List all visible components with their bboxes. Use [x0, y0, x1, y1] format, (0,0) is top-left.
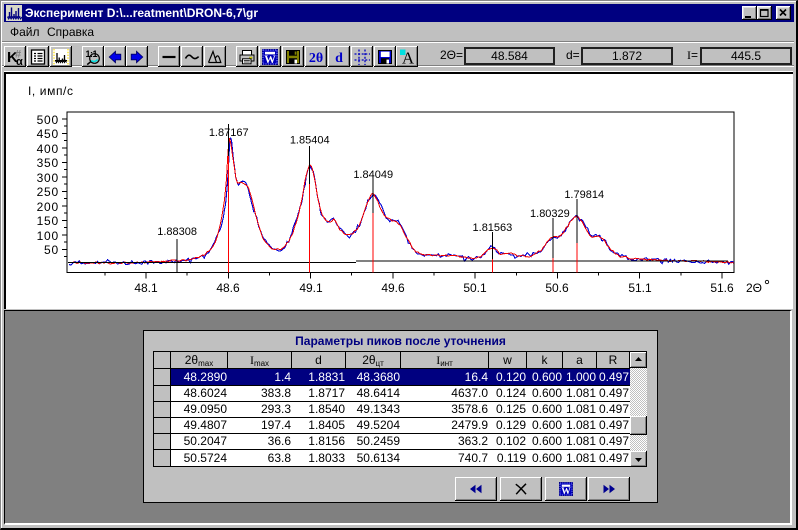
svg-text:1.88308: 1.88308: [157, 226, 197, 238]
svg-text:1.81563: 1.81563: [473, 222, 513, 234]
svg-text:1.80329: 1.80329: [530, 208, 570, 220]
svg-text:50.6: 50.6: [545, 281, 569, 295]
svg-text:49.1: 49.1: [299, 281, 323, 295]
svg-text:A: A: [402, 49, 415, 65]
svg-text:1.79814: 1.79814: [564, 189, 604, 201]
svg-text:500: 500: [37, 113, 59, 127]
svg-text:250: 250: [37, 185, 59, 199]
svg-text:150: 150: [37, 214, 59, 228]
svg-text:d: d: [335, 51, 343, 65]
svg-text:1.85404: 1.85404: [290, 135, 330, 147]
svg-text:100: 100: [37, 229, 59, 243]
svg-text:W: W: [561, 487, 571, 497]
svg-text:2θ: 2θ: [309, 51, 323, 65]
svg-text:350: 350: [37, 156, 59, 170]
svg-text:W: W: [264, 54, 276, 65]
svg-text:2Θ: 2Θ: [746, 281, 762, 295]
svg-text:49.6: 49.6: [381, 281, 405, 295]
svg-text:48.6: 48.6: [216, 281, 240, 295]
svg-text:50: 50: [44, 243, 59, 257]
svg-text:51.1: 51.1: [628, 281, 652, 295]
svg-text:51.6: 51.6: [710, 281, 734, 295]
svg-text:400: 400: [37, 142, 59, 156]
svg-text:200: 200: [37, 200, 59, 214]
svg-text:300: 300: [37, 171, 59, 185]
svg-text:I, имп/с: I, имп/с: [28, 84, 74, 98]
svg-text:1.87167: 1.87167: [209, 127, 249, 139]
svg-text:1.84049: 1.84049: [353, 169, 393, 181]
svg-text:α: α: [16, 56, 23, 65]
svg-text:50.1: 50.1: [463, 281, 487, 295]
svg-text:450: 450: [37, 127, 59, 141]
svg-text:48.1: 48.1: [134, 281, 158, 295]
